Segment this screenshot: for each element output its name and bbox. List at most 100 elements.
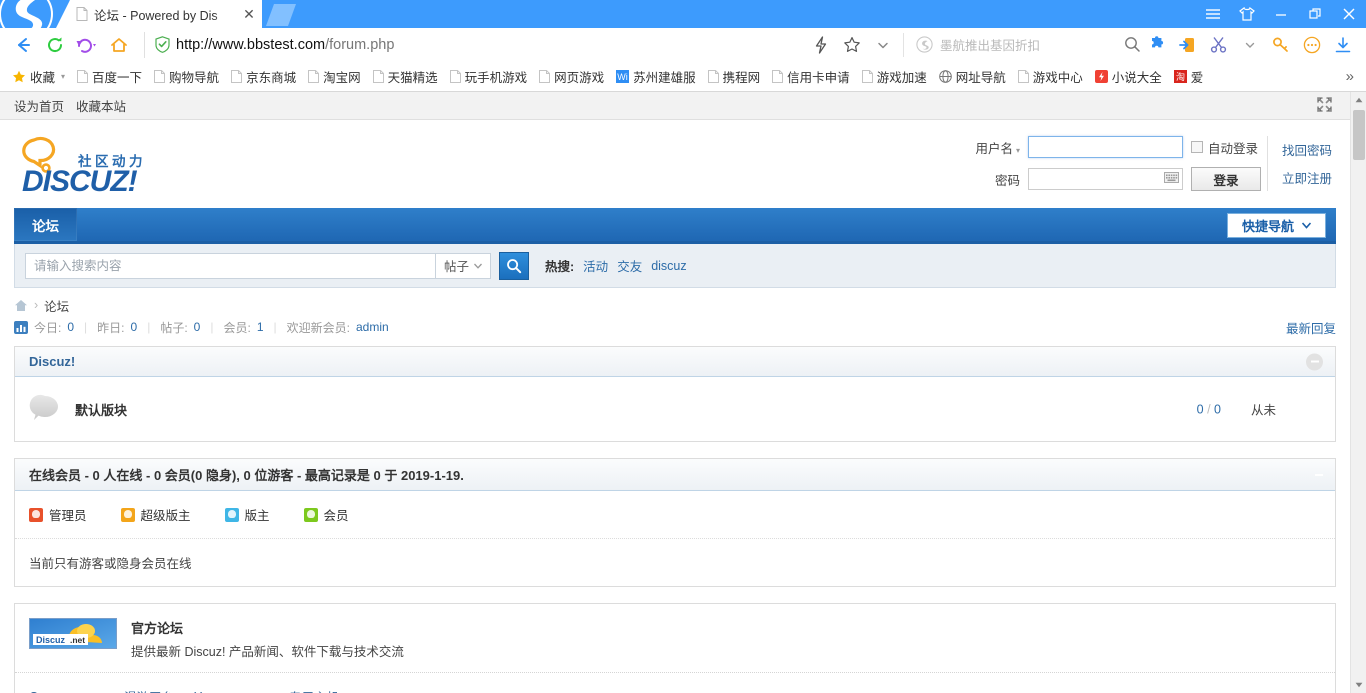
mobile-send-icon[interactable] bbox=[1173, 31, 1203, 59]
favorite-site-link[interactable]: 收藏本站 bbox=[76, 96, 126, 115]
bookmark-item[interactable]: 玩手机游戏 bbox=[444, 64, 534, 89]
stat-posts-value: 0 bbox=[193, 320, 201, 334]
home-icon[interactable] bbox=[14, 299, 28, 312]
legend-item[interactable]: 超级版主 bbox=[120, 505, 191, 524]
forum-search-input[interactable] bbox=[25, 252, 435, 279]
find-password-link[interactable]: 找回密码 bbox=[1282, 140, 1332, 159]
partner-link[interactable]: Comsenz bbox=[29, 690, 82, 693]
chevron-down-icon-2[interactable] bbox=[1235, 31, 1265, 59]
close-button[interactable] bbox=[1332, 0, 1366, 28]
chevron-down-icon[interactable]: ▾ bbox=[61, 72, 65, 81]
close-tab-icon[interactable]: ✕ bbox=[242, 7, 256, 21]
bookmark-item[interactable]: 淘宝网 bbox=[302, 64, 367, 89]
partner-link[interactable]: Yeswan bbox=[194, 690, 237, 693]
bookmark-item[interactable]: 游戏中心 bbox=[1012, 64, 1089, 89]
legend-item[interactable]: 管理员 bbox=[29, 505, 87, 524]
minimize-button[interactable] bbox=[1264, 0, 1298, 28]
key-icon[interactable] bbox=[1266, 31, 1296, 59]
category-title[interactable]: Discuz! bbox=[29, 354, 75, 369]
bookmark-item[interactable]: 京东商城 bbox=[225, 64, 302, 89]
scissors-icon[interactable] bbox=[1204, 31, 1234, 59]
browser-search-placeholder: 墨航推出基因折扣 bbox=[940, 39, 1041, 53]
site-logo[interactable]: 社区动力 DISCUZ! bbox=[16, 134, 176, 196]
bookmark-item[interactable]: 购物导航 bbox=[148, 64, 225, 89]
chevron-down-icon[interactable] bbox=[868, 31, 898, 59]
moderator-group-icon bbox=[224, 507, 239, 522]
quick-nav-button[interactable]: 快捷导航 bbox=[1226, 213, 1326, 238]
scroll-up-button[interactable] bbox=[1351, 92, 1366, 108]
history-back-dropdown[interactable] bbox=[72, 31, 102, 59]
newest-reply-link[interactable]: 最新回复 bbox=[1286, 318, 1336, 337]
lightning-icon[interactable] bbox=[806, 31, 836, 59]
bookmark-label: 玩手机游戏 bbox=[464, 71, 528, 85]
breadcrumb-current[interactable]: 论坛 bbox=[44, 296, 69, 315]
bookmark-star-icon[interactable] bbox=[837, 31, 867, 59]
collapse-toggle-icon[interactable] bbox=[1317, 96, 1332, 115]
bookmark-item[interactable]: Wi 苏州建雄服 bbox=[610, 64, 702, 89]
legend-item[interactable]: 版主 bbox=[224, 505, 270, 524]
bookmark-item[interactable]: 网址导航 bbox=[933, 64, 1012, 89]
new-tab-button[interactable] bbox=[266, 4, 296, 26]
login-button[interactable]: 登录 bbox=[1190, 167, 1261, 191]
bookmarks-overflow-button[interactable]: » bbox=[1338, 66, 1362, 87]
search-icon[interactable] bbox=[1124, 36, 1141, 53]
url-path: /forum.php bbox=[325, 36, 395, 53]
scrollbar-thumb[interactable] bbox=[1353, 110, 1365, 160]
autologin-row[interactable]: 自动登录 bbox=[1190, 138, 1258, 157]
discuz-net-logo[interactable]: Discuz .net bbox=[29, 618, 117, 649]
browser-logo-icon bbox=[0, 0, 62, 28]
skin-tshirt-icon[interactable] bbox=[1230, 0, 1264, 28]
bookmark-favorites[interactable]: 收藏 ▾ bbox=[6, 64, 71, 89]
bookmark-item[interactable]: 淘 爱 bbox=[1168, 64, 1210, 89]
password-input[interactable] bbox=[1027, 168, 1183, 190]
hot-search-item[interactable]: 交友 bbox=[617, 256, 642, 275]
scroll-down-button[interactable] bbox=[1351, 677, 1366, 693]
more-options-icon[interactable] bbox=[1297, 31, 1327, 59]
restore-button[interactable] bbox=[1298, 0, 1332, 28]
register-link[interactable]: 立即注册 bbox=[1282, 168, 1332, 187]
extensions-puzzle-icon[interactable] bbox=[1142, 31, 1172, 59]
svg-text:Wi: Wi bbox=[617, 72, 628, 82]
collapse-category-button[interactable] bbox=[1306, 353, 1323, 370]
hot-search-item[interactable]: 活动 bbox=[583, 256, 608, 275]
bookmark-item[interactable]: 携程网 bbox=[702, 64, 767, 89]
forum-name-link[interactable]: 默认版块 bbox=[75, 400, 127, 419]
download-icon[interactable] bbox=[1328, 31, 1358, 59]
browser-tab[interactable]: 论坛 - Powered by Dis ✕ bbox=[62, 0, 262, 28]
keyboard-icon[interactable] bbox=[1163, 172, 1179, 186]
bookmark-item[interactable]: 信用卡申请 bbox=[766, 64, 856, 89]
bookmark-item[interactable]: 天猫精选 bbox=[367, 64, 444, 89]
site-nav: 论坛 快捷导航 bbox=[14, 208, 1336, 244]
bookmark-label: 天猫精选 bbox=[387, 71, 438, 85]
svg-text:DISCUZ!: DISCUZ! bbox=[22, 165, 138, 196]
back-button[interactable] bbox=[8, 31, 38, 59]
official-forum-title[interactable]: 官方论坛 bbox=[131, 618, 404, 637]
username-input[interactable] bbox=[1027, 136, 1183, 158]
page-scrollbar[interactable] bbox=[1350, 92, 1366, 693]
legend-label: 会员 bbox=[323, 509, 349, 523]
autologin-checkbox[interactable] bbox=[1190, 141, 1203, 153]
collapse-online-button[interactable] bbox=[1315, 473, 1323, 476]
super-moderator-group-icon bbox=[120, 507, 135, 522]
forum-search-button[interactable] bbox=[499, 251, 529, 280]
bookmark-label: 网页游戏 bbox=[554, 71, 605, 85]
set-homepage-link[interactable]: 设为首页 bbox=[14, 96, 64, 115]
legend-item[interactable]: 会员 bbox=[303, 505, 349, 524]
bookmark-item[interactable]: 百度一下 bbox=[71, 64, 148, 89]
bookmark-item[interactable]: 网页游戏 bbox=[533, 64, 610, 89]
browser-menu-icon[interactable] bbox=[1196, 0, 1230, 28]
hot-search-item[interactable]: discuz bbox=[651, 259, 686, 273]
refresh-button[interactable] bbox=[40, 31, 70, 59]
home-button[interactable] bbox=[104, 31, 134, 59]
nav-item-forum[interactable]: 论坛 bbox=[14, 208, 77, 241]
address-bar[interactable]: http://www.bbstest.com/forum.php bbox=[144, 31, 798, 58]
chevron-down-icon[interactable]: ▾ bbox=[1016, 146, 1020, 155]
search-engine-icon bbox=[916, 36, 933, 53]
search-scope-select[interactable]: 帖子 bbox=[435, 252, 491, 279]
search-scope-value: 帖子 bbox=[443, 260, 469, 274]
password-row: 密码 登录 bbox=[972, 167, 1261, 191]
bookmark-item[interactable]: 游戏加速 bbox=[856, 64, 933, 89]
newest-member-link[interactable]: admin bbox=[356, 320, 389, 334]
browser-search-box[interactable]: 墨航推出基因折扣 bbox=[903, 32, 1141, 57]
bookmark-item[interactable]: 小说大全 bbox=[1089, 64, 1168, 89]
